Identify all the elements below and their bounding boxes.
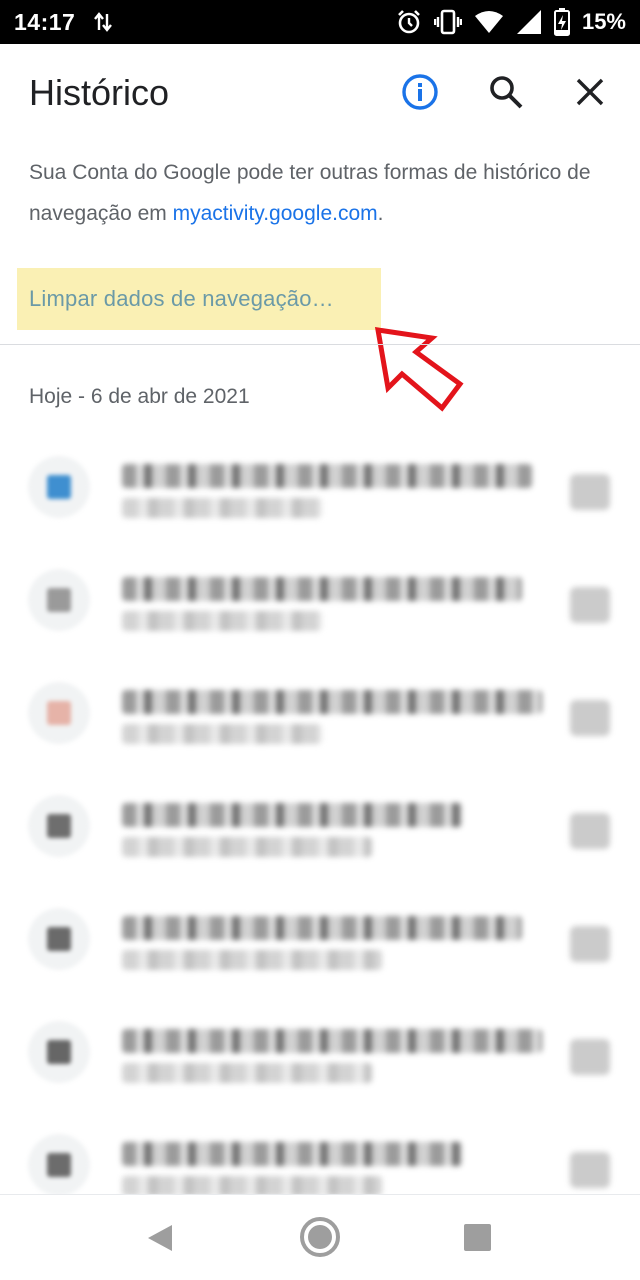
back-icon[interactable] bbox=[146, 1223, 174, 1253]
battery-charging-icon bbox=[553, 8, 570, 36]
app-header: Histórico bbox=[0, 44, 640, 144]
history-item-title-redacted bbox=[122, 690, 542, 714]
vibrate-icon bbox=[433, 9, 462, 35]
clear-browsing-data-label: Limpar dados de navegação… bbox=[29, 286, 334, 311]
site-favicon-icon bbox=[28, 795, 90, 857]
remove-item-icon[interactable] bbox=[570, 587, 610, 623]
site-favicon-icon bbox=[28, 569, 90, 631]
remove-item-icon[interactable] bbox=[570, 1152, 610, 1188]
history-item-title-redacted bbox=[122, 1029, 542, 1053]
page-title: Histórico bbox=[29, 72, 170, 113]
remove-item-icon[interactable] bbox=[570, 926, 610, 962]
status-time: 14:17 bbox=[14, 8, 76, 35]
description-suffix: . bbox=[377, 202, 384, 225]
history-item[interactable] bbox=[0, 430, 640, 543]
home-icon[interactable] bbox=[298, 1215, 342, 1259]
history-item[interactable] bbox=[0, 882, 640, 995]
history-list bbox=[0, 430, 640, 1221]
site-favicon-icon bbox=[28, 1134, 90, 1196]
clear-browsing-data-button[interactable]: Limpar dados de navegação… bbox=[17, 268, 381, 330]
wifi-icon bbox=[474, 11, 503, 33]
history-item[interactable] bbox=[0, 769, 640, 882]
annotation-arrow-icon bbox=[374, 327, 464, 412]
history-item-title-redacted bbox=[122, 916, 522, 940]
search-button[interactable] bbox=[486, 72, 526, 112]
close-button[interactable] bbox=[570, 72, 610, 112]
history-item-title-redacted bbox=[122, 577, 522, 601]
info-icon bbox=[402, 74, 438, 110]
signal-icon bbox=[516, 10, 541, 34]
history-item-title-redacted bbox=[122, 464, 532, 488]
site-favicon-icon bbox=[28, 456, 90, 518]
history-item-title-redacted bbox=[122, 1142, 462, 1166]
history-item-title-redacted bbox=[122, 803, 462, 827]
remove-item-icon[interactable] bbox=[570, 1039, 610, 1075]
history-item-url-redacted bbox=[122, 498, 322, 518]
battery-percent: 15% bbox=[581, 9, 626, 34]
history-item[interactable] bbox=[0, 995, 640, 1108]
site-favicon-icon bbox=[28, 1021, 90, 1083]
alarm-icon bbox=[398, 10, 420, 34]
site-favicon-icon bbox=[28, 908, 90, 970]
history-item[interactable] bbox=[0, 543, 640, 656]
info-button[interactable] bbox=[400, 72, 440, 112]
remove-item-icon[interactable] bbox=[570, 700, 610, 736]
history-item-url-redacted bbox=[122, 1063, 372, 1083]
history-item-url-redacted bbox=[122, 950, 382, 970]
remove-item-icon[interactable] bbox=[570, 813, 610, 849]
close-icon bbox=[576, 78, 604, 106]
divider bbox=[0, 344, 640, 345]
recents-icon[interactable] bbox=[464, 1224, 491, 1251]
data-sync-icon bbox=[94, 12, 113, 32]
history-item[interactable] bbox=[0, 656, 640, 769]
myactivity-link[interactable]: myactivity.google.com bbox=[173, 202, 378, 225]
navigation-bar bbox=[0, 1195, 640, 1280]
search-icon bbox=[490, 76, 523, 109]
history-item-url-redacted bbox=[122, 1176, 382, 1196]
date-group-header: Hoje - 6 de abr de 2021 bbox=[29, 385, 250, 408]
site-favicon-icon bbox=[28, 682, 90, 744]
status-bar: 14:17 15% bbox=[0, 0, 640, 44]
account-history-description: Sua Conta do Google pode ter outras form… bbox=[29, 152, 609, 234]
history-item-url-redacted bbox=[122, 837, 372, 857]
history-item-url-redacted bbox=[122, 611, 322, 631]
history-item-url-redacted bbox=[122, 724, 322, 744]
remove-item-icon[interactable] bbox=[570, 474, 610, 510]
